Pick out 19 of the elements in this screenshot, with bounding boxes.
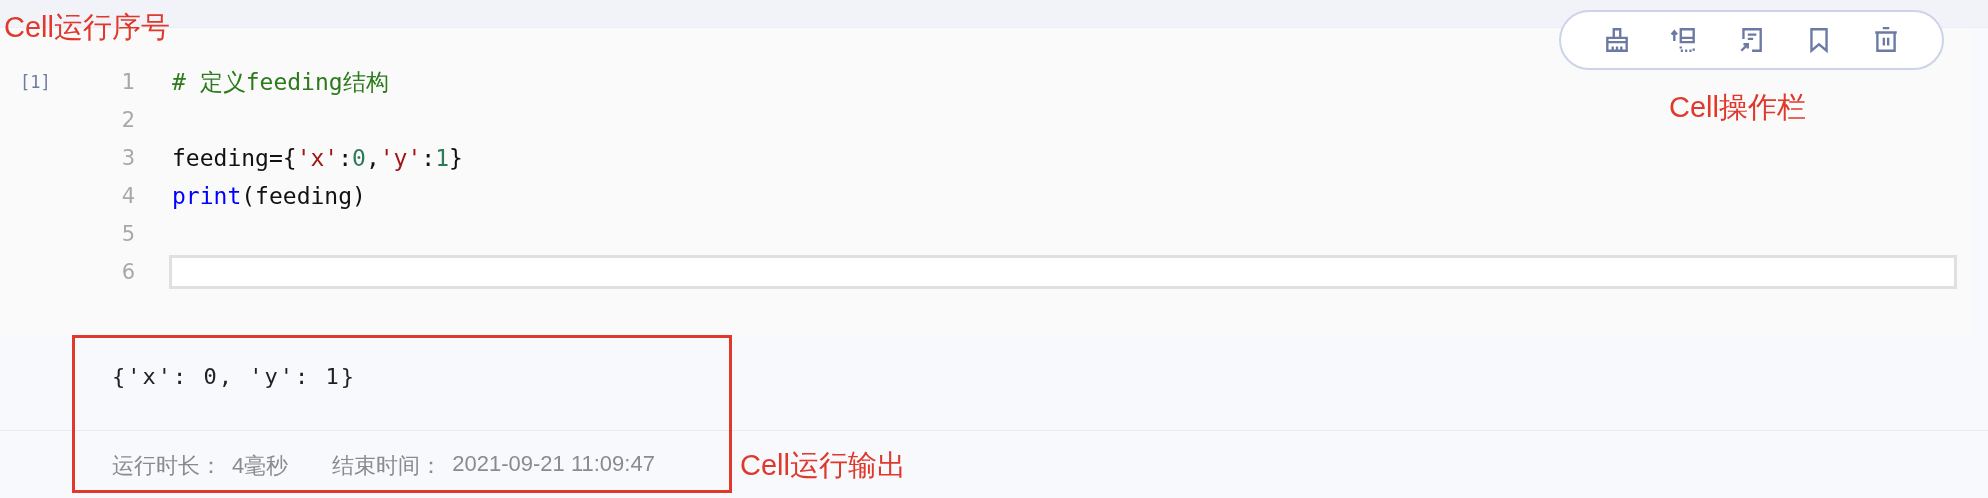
code-line: print(feeding) — [172, 183, 366, 209]
code-line: feeding={'x':0,'y':1} — [172, 145, 463, 171]
annotation-label: Cell运行序号 — [4, 10, 170, 45]
execution-count: [1] — [19, 71, 52, 94]
line-number: 3 — [120, 146, 135, 170]
annotation-label: Cell运行输出 — [740, 448, 906, 483]
meta-value: 2021-09-21 11:09:47 — [452, 451, 655, 478]
code-line: # 定义feeding结构 — [172, 67, 389, 97]
line-number: 6 — [120, 260, 135, 284]
code-line-field[interactable] — [169, 255, 1957, 289]
line-number: 5 — [120, 222, 135, 246]
meta-label: 运行时长： — [112, 452, 222, 480]
meta-label: 结束时间： — [332, 452, 443, 480]
line-number: 4 — [120, 184, 135, 208]
annotation-label: Cell操作栏 — [1669, 90, 1806, 125]
meta-value: 4毫秒 — [232, 452, 289, 480]
line-number: 2 — [120, 108, 135, 132]
line-number: 1 — [120, 70, 135, 94]
output-text: {'x': 0, 'y': 1} — [112, 363, 357, 391]
